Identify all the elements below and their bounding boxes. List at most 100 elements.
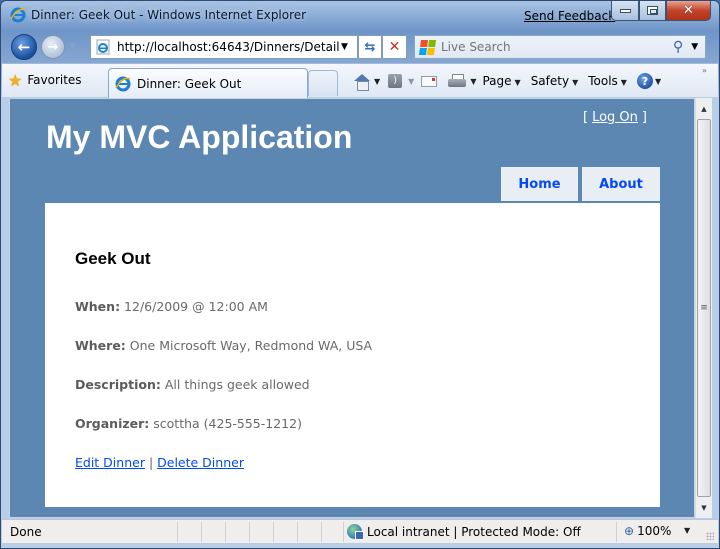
favorites-label: Favorites — [27, 73, 82, 87]
page-viewport: My MVC Application [Log On] Home About G… — [9, 98, 695, 518]
action-separator: | — [148, 455, 154, 470]
mail-icon — [421, 75, 438, 87]
stop-icon: ✕ — [388, 39, 401, 55]
feeds-button[interactable]: ) — [386, 72, 404, 90]
home-icon — [353, 73, 370, 91]
site-title: My MVC Application — [46, 119, 353, 155]
page-menu-label: Page — [482, 74, 512, 88]
printer-icon — [448, 74, 467, 88]
chevron-down-icon: ▼ — [654, 76, 662, 86]
home-dropdown-icon[interactable]: ▼ — [374, 77, 380, 86]
address-bar: ▼ — [90, 35, 358, 59]
send-feedback-link[interactable]: Send Feedback — [524, 9, 615, 23]
search-input[interactable] — [441, 40, 667, 54]
field-label: Description: — [75, 377, 161, 392]
safety-menu-label: Safety — [530, 74, 570, 88]
window-title: Dinner: Geek Out - Windows Internet Expl… — [31, 8, 307, 22]
search-icon[interactable]: ⚲ — [673, 39, 683, 55]
command-bar: ★ Favorites Dinner: Geek Out ▼ ) ▼ ▼ Pag… — [2, 63, 718, 98]
detail-when: When: 12/6/2009 @ 12:00 AM — [75, 299, 630, 315]
back-button[interactable]: ← — [11, 34, 37, 60]
status-bar: Done Local intranet | Protected Mode: Of… — [2, 519, 718, 543]
address-input[interactable] — [117, 40, 339, 54]
browser-window: Dinner: Geek Out - Windows Internet Expl… — [0, 0, 720, 549]
status-divider — [273, 522, 274, 542]
status-divider — [249, 522, 250, 542]
forward-arrow-icon: → — [47, 39, 59, 55]
search-options-dropdown-icon[interactable]: ▼ — [691, 42, 698, 52]
status-text: Done — [10, 525, 42, 539]
scroll-thumb[interactable]: ≡ — [697, 119, 711, 497]
ie-tab-icon — [115, 76, 131, 91]
field-value: All things geek allowed — [164, 377, 310, 392]
maximize-button[interactable] — [639, 1, 666, 21]
close-button[interactable]: ✕ — [666, 1, 711, 21]
log-on-link[interactable]: Log On — [592, 110, 638, 125]
security-zone[interactable]: Local intranet | Protected Mode: Off — [347, 524, 581, 540]
scroll-up-arrow-icon[interactable]: ▲ — [696, 100, 712, 117]
status-divider — [297, 522, 298, 542]
dinner-actions: Edit Dinner | Delete Dinner — [75, 455, 630, 470]
page-icon — [96, 39, 110, 55]
status-divider — [177, 522, 178, 542]
zoom-level-button[interactable]: ⊕ 100% — [624, 524, 671, 538]
restore-icon — [647, 6, 658, 15]
live-search-logo-icon — [418, 39, 437, 55]
recent-pages-dropdown[interactable]: ▼ — [69, 42, 76, 52]
delete-dinner-link[interactable]: Delete Dinner — [157, 455, 244, 470]
zone-text: Local intranet | Protected Mode: Off — [367, 524, 581, 539]
zoom-text: 100% — [637, 524, 672, 538]
chevron-down-icon: ▼ — [572, 78, 579, 87]
navigation-bar: ← → ▼ ▼ ⇆ ✕ ⚲ ▼ — [1, 31, 719, 63]
tab-title: Dinner: Geek Out — [137, 76, 242, 91]
print-dropdown-icon[interactable]: ▼ — [470, 77, 476, 86]
minimize-button[interactable] — [611, 1, 639, 21]
detail-organizer: Organizer: scottha (425-555-1212) — [75, 416, 630, 432]
print-button[interactable] — [448, 72, 467, 90]
field-value: One Microsoft Way, Redmond WA, USA — [129, 338, 373, 353]
help-menu[interactable]: ? ▼ — [636, 73, 662, 89]
safety-menu[interactable]: Safety ▼ — [531, 74, 579, 88]
home-button[interactable] — [352, 72, 370, 91]
ie-logo-icon — [10, 7, 26, 23]
zoom-dropdown-icon[interactable]: ▼ — [684, 526, 690, 535]
field-value: 12/6/2009 @ 12:00 AM — [124, 299, 268, 314]
new-tab-button[interactable] — [308, 70, 338, 96]
tab-active[interactable]: Dinner: Geek Out — [108, 68, 308, 98]
dinner-title: Geek Out — [75, 249, 151, 268]
status-divider — [201, 522, 202, 542]
stop-button[interactable]: ✕ — [382, 35, 407, 59]
read-mail-button[interactable] — [420, 72, 438, 90]
close-icon: ✕ — [683, 3, 694, 18]
refresh-button[interactable]: ⇆ — [358, 35, 382, 59]
rss-feed-icon: ) — [388, 74, 403, 88]
scroll-down-arrow-icon[interactable]: ▼ — [696, 499, 712, 516]
back-arrow-icon: ← — [17, 38, 31, 56]
address-dropdown-icon[interactable]: ▼ — [341, 42, 348, 52]
refresh-icon: ⇆ — [364, 39, 376, 55]
edit-dinner-link[interactable]: Edit Dinner — [75, 455, 145, 470]
field-value: scottha (425-555-1212) — [153, 416, 302, 431]
favorites-button[interactable]: ★ Favorites — [8, 69, 82, 91]
forward-button[interactable]: → — [41, 35, 65, 59]
window-controls: ✕ — [611, 1, 711, 21]
command-items: ▼ ) ▼ ▼ Page ▼ Safety ▼ Tools ▼ ? ▼ — [352, 70, 661, 92]
main-menu: Home About — [501, 167, 660, 201]
status-divider — [343, 522, 344, 542]
tools-menu[interactable]: Tools ▼ — [588, 74, 627, 88]
help-icon: ? — [636, 73, 653, 89]
bracket-open: [ — [583, 110, 589, 125]
intranet-globe-icon — [347, 524, 364, 540]
resize-grip[interactable] — [706, 532, 714, 540]
feeds-dropdown-icon[interactable]: ▼ — [408, 77, 414, 86]
vertical-scrollbar[interactable]: ▲ ≡ ▼ — [695, 98, 712, 518]
menu-item-about[interactable]: About — [582, 167, 660, 201]
bracket-close: ] — [641, 110, 647, 125]
grip-lines-icon: ≡ — [700, 303, 708, 313]
magnifier-icon: ⊕ — [624, 524, 635, 538]
page-menu[interactable]: Page ▼ — [482, 74, 520, 88]
menu-item-home[interactable]: Home — [501, 167, 578, 201]
toolbar-overflow-icon[interactable]: » — [702, 66, 707, 75]
detail-where: Where: One Microsoft Way, Redmond WA, US… — [75, 338, 630, 354]
status-divider — [321, 522, 322, 542]
